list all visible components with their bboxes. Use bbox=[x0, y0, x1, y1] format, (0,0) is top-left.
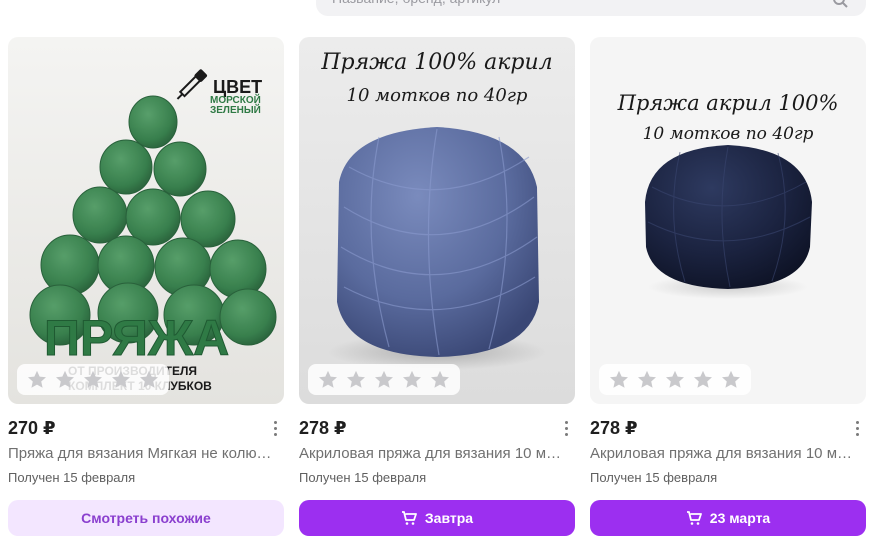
product-price: 270 ₽ bbox=[8, 417, 56, 438]
star-icon bbox=[112, 370, 130, 388]
star-icon bbox=[694, 370, 712, 388]
product-card[interactable]: Пряжа акрил 100% 10 мотков по 40гр 278 ₽… bbox=[590, 37, 866, 485]
button-label: Смотреть похожие bbox=[81, 510, 211, 526]
product-photo-blue-yarn: Пряжа 100% акрил 10 мотков по 40гр bbox=[299, 37, 575, 404]
search-input[interactable] bbox=[332, 0, 812, 6]
star-icon bbox=[431, 370, 449, 388]
add-to-cart-button[interactable]: 23 марта bbox=[590, 500, 866, 536]
search-icon[interactable] bbox=[832, 0, 848, 8]
star-icon bbox=[140, 370, 158, 388]
product-price: 278 ₽ bbox=[590, 417, 638, 438]
star-icon bbox=[56, 370, 74, 388]
color-value-line2: ЗЕЛЕНЫЙ bbox=[210, 103, 261, 116]
star-icon bbox=[666, 370, 684, 388]
product-card[interactable]: Пряжа 100% акрил 10 мотков по 40гр 278 ₽… bbox=[299, 37, 575, 485]
image-caption-line2: 10 мотков по 40гр bbox=[643, 124, 814, 144]
product-title[interactable]: Акриловая пряжа для вязания 10 мотков bbox=[590, 445, 860, 462]
big-word: ПРЯЖА bbox=[44, 310, 229, 366]
star-icon bbox=[638, 370, 656, 388]
see-similar-button[interactable]: Смотреть похожие bbox=[8, 500, 284, 536]
rating bbox=[308, 364, 460, 395]
rating bbox=[17, 364, 169, 395]
more-vertical-icon[interactable] bbox=[848, 417, 866, 439]
rating bbox=[599, 364, 751, 395]
product-title[interactable]: Акриловая пряжа для вязания 10 мотков bbox=[299, 445, 569, 462]
star-icon bbox=[610, 370, 628, 388]
more-vertical-icon[interactable] bbox=[557, 417, 575, 439]
product-image[interactable]: ЦВЕТ МОРСКОЙ ЗЕЛЕНЫЙ ПРЯЖА ОТ ПРОИЗВОДИТ… bbox=[8, 37, 284, 404]
star-icon bbox=[347, 370, 365, 388]
add-to-cart-button[interactable]: Завтра bbox=[299, 500, 575, 536]
star-icon bbox=[403, 370, 421, 388]
star-icon bbox=[28, 370, 46, 388]
more-vertical-icon[interactable] bbox=[266, 417, 284, 439]
delivery-status: Получен 15 февраля bbox=[590, 470, 718, 485]
product-title[interactable]: Пряжа для вязания Мягкая не колючая 10 к… bbox=[8, 445, 278, 462]
delivery-status: Получен 15 февраля bbox=[299, 470, 427, 485]
star-icon bbox=[722, 370, 740, 388]
product-photo-navy-yarn: Пряжа акрил 100% 10 мотков по 40гр bbox=[590, 37, 866, 404]
star-icon bbox=[375, 370, 393, 388]
delivery-status: Получен 15 февраля bbox=[8, 470, 136, 485]
image-caption-line1: Пряжа акрил 100% bbox=[617, 91, 839, 115]
product-image[interactable]: Пряжа акрил 100% 10 мотков по 40гр bbox=[590, 37, 866, 404]
button-label: Завтра bbox=[424, 510, 474, 526]
image-caption-line1: Пряжа 100% акрил bbox=[320, 50, 552, 75]
product-card[interactable]: ЦВЕТ МОРСКОЙ ЗЕЛЕНЫЙ ПРЯЖА ОТ ПРОИЗВОДИТ… bbox=[8, 37, 284, 485]
cart-icon bbox=[401, 511, 417, 525]
button-label: 23 марта bbox=[709, 510, 771, 526]
product-photo-green-yarn: ЦВЕТ МОРСКОЙ ЗЕЛЕНЫЙ ПРЯЖА ОТ ПРОИЗВОДИТ… bbox=[8, 37, 284, 404]
image-caption-line2: 10 мотков по 40гр bbox=[347, 85, 528, 106]
cart-icon bbox=[686, 511, 702, 525]
product-image[interactable]: Пряжа 100% акрил 10 мотков по 40гр bbox=[299, 37, 575, 404]
product-price: 278 ₽ bbox=[299, 417, 347, 438]
star-icon bbox=[84, 370, 102, 388]
star-icon bbox=[319, 370, 337, 388]
search-bar[interactable] bbox=[316, 0, 866, 16]
color-label: ЦВЕТ bbox=[213, 77, 262, 97]
